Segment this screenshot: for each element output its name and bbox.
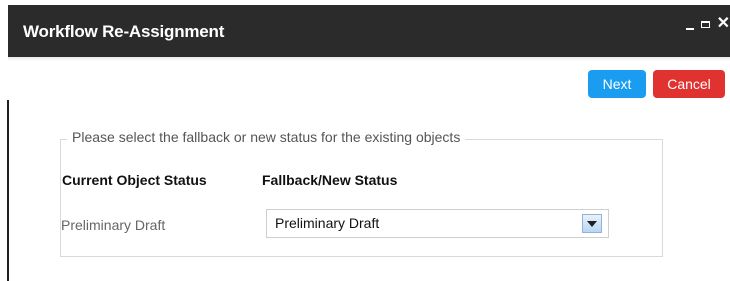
left-border [7, 100, 9, 281]
chevron-down-icon[interactable] [582, 214, 602, 233]
minimize-icon[interactable] [685, 27, 694, 30]
header-shadow [8, 57, 730, 61]
dialog-titlebar: Workflow Re-Assignment ✕ [8, 5, 730, 57]
status-fieldset [60, 139, 663, 257]
fallback-status-select[interactable]: Preliminary Draft [266, 209, 609, 238]
maximize-icon[interactable] [700, 20, 710, 28]
fieldset-legend: Please select the fallback or new status… [67, 129, 466, 145]
window-controls: ✕ [685, 16, 730, 32]
dialog-title: Workflow Re-Assignment [23, 22, 225, 41]
column-header-fallback-status: Fallback/New Status [262, 172, 398, 188]
cancel-button[interactable]: Cancel [653, 70, 725, 98]
column-header-current-status: Current Object Status [62, 172, 207, 188]
next-button[interactable]: Next [588, 70, 646, 98]
fallback-status-selected-value: Preliminary Draft [275, 215, 380, 231]
close-icon[interactable]: ✕ [717, 16, 730, 32]
current-status-value: Preliminary Draft [61, 217, 166, 233]
